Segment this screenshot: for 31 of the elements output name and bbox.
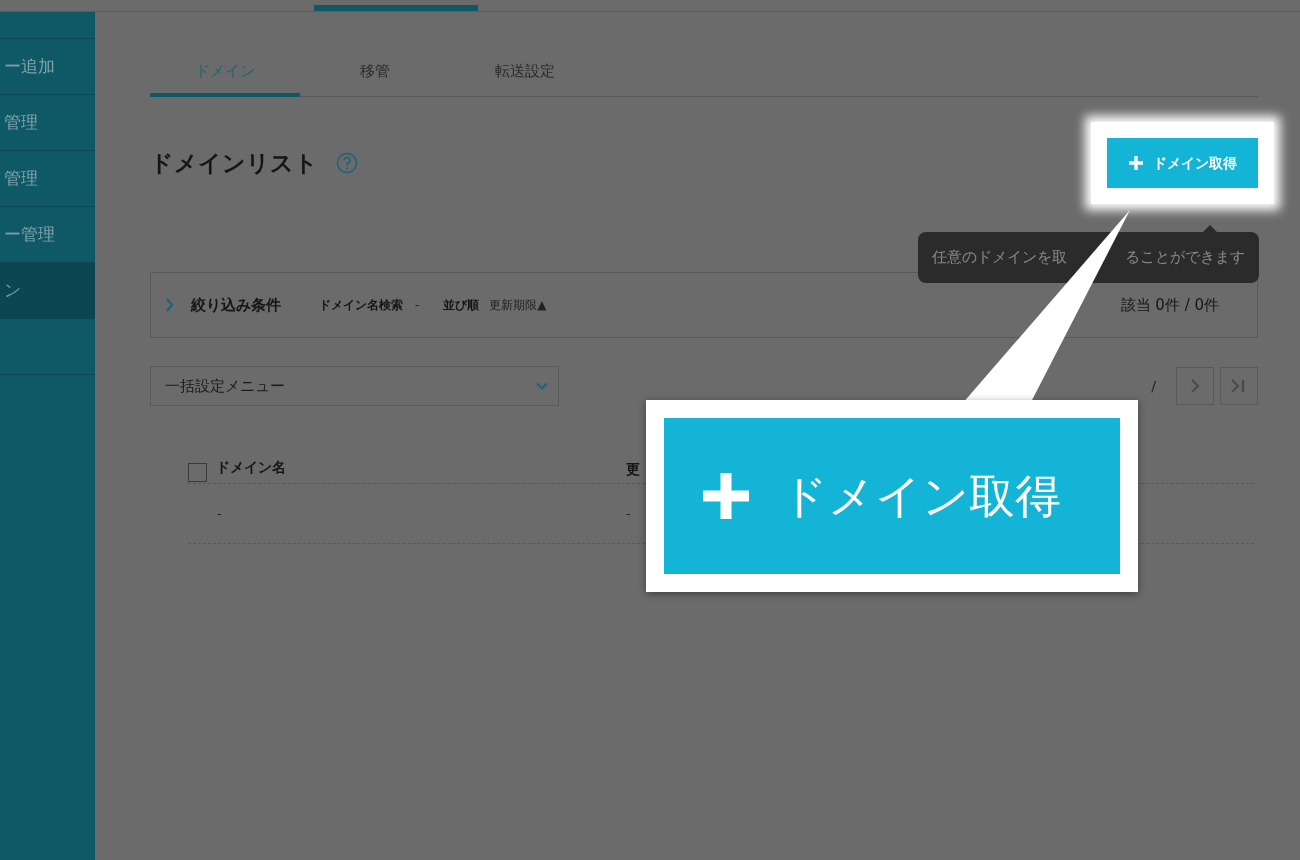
last-page-button[interactable]	[1220, 367, 1258, 405]
bulk-menu-select[interactable]: 一括設定メニュー	[150, 366, 559, 406]
help-icon[interactable]	[336, 152, 358, 174]
chevron-down-icon	[536, 382, 548, 390]
result-count: 該当 0件 / 0件	[1120, 294, 1219, 316]
tooltip-text: ることができます	[1125, 247, 1245, 269]
get-domain-button[interactable]: ドメイン取得	[1107, 138, 1258, 188]
search-label: ドメイン名検索	[319, 297, 403, 314]
tooltip-text: 任意のドメインを取	[932, 247, 1067, 269]
next-page-button[interactable]	[1176, 367, 1214, 405]
tab[interactable]: 転送設定	[450, 50, 600, 97]
plus-icon	[703, 473, 749, 519]
search-value: -	[415, 297, 420, 314]
column-header: ドメイン名	[216, 458, 286, 477]
chevron-right-icon	[1190, 379, 1200, 393]
sort-value: 更新期限▲	[489, 297, 547, 314]
sidebar-item[interactable]: ー追加	[0, 38, 95, 94]
filter-label: 絞り込み条件	[191, 294, 281, 316]
table-cell-text: -	[216, 504, 223, 523]
table-cell-text: -	[626, 504, 631, 523]
sidebar-item[interactable]: ン	[0, 262, 95, 318]
sort-label: 並び順	[443, 297, 480, 314]
column-header: 更	[626, 460, 640, 479]
page-separator: /	[1151, 376, 1156, 396]
select-all-checkbox[interactable]	[188, 463, 207, 482]
tab[interactable]: 移管	[300, 50, 450, 97]
sidebar-item[interactable]: 管理	[0, 150, 95, 206]
section-title: ドメインリスト	[150, 148, 318, 178]
sidebar-item[interactable]: 管理	[0, 94, 95, 150]
plus-icon	[1128, 156, 1143, 170]
callout-button-zoom: ドメイン取得	[664, 418, 1120, 574]
